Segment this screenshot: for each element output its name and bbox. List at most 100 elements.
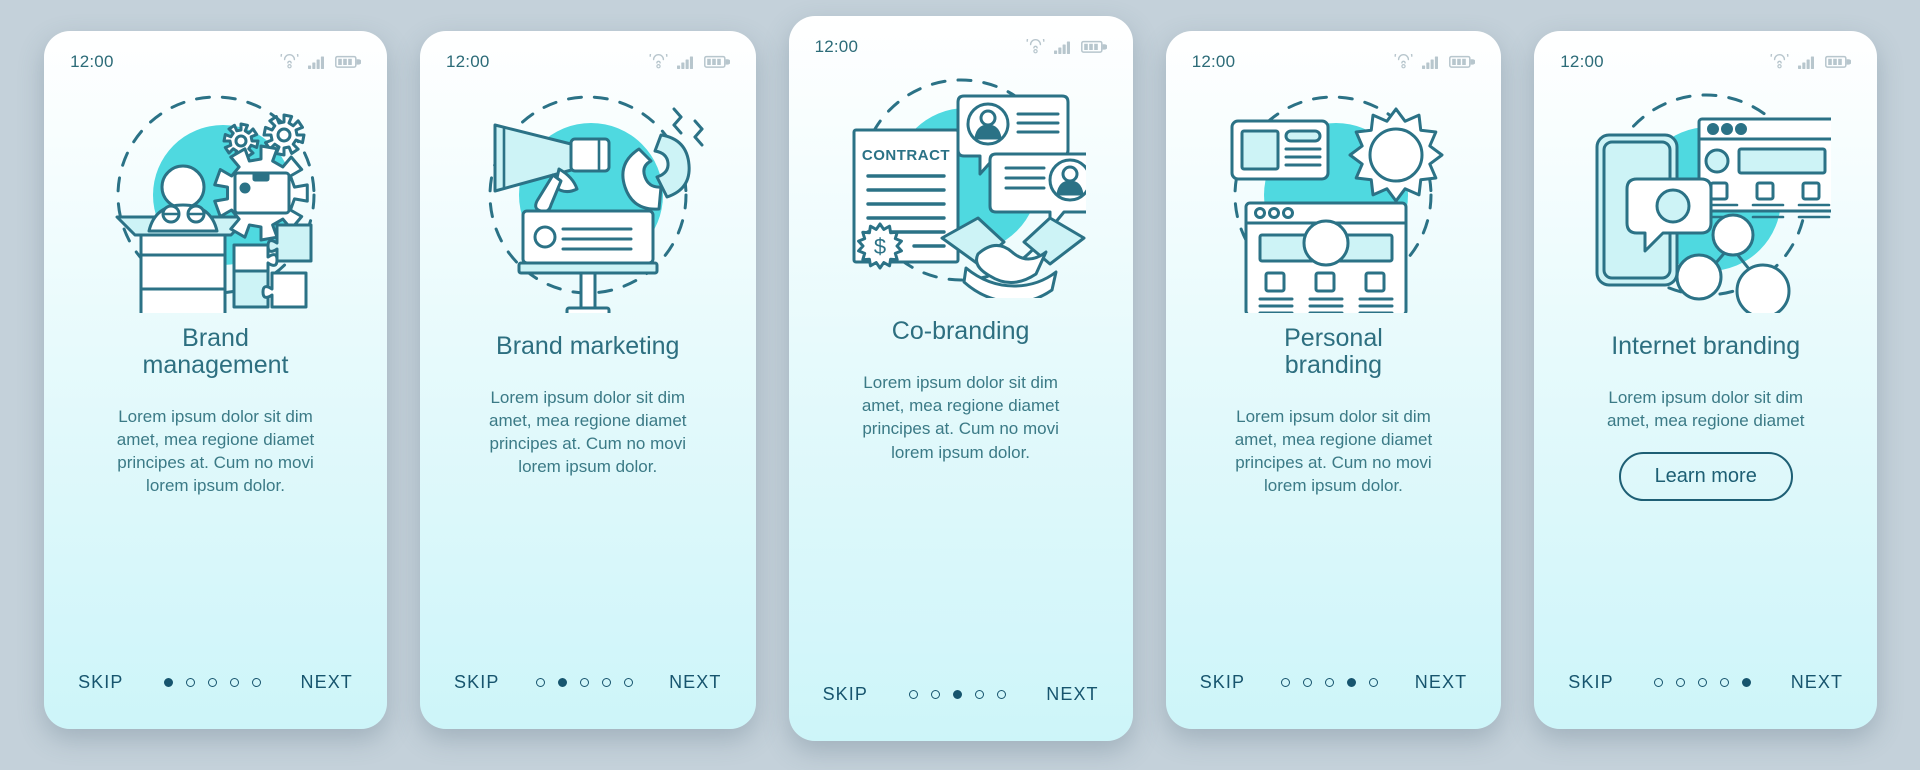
megaphone-billboard-magnet-icon: [488, 95, 704, 313]
pagination-dot-3[interactable]: [1697, 678, 1707, 688]
pagination-dot-5[interactable]: [623, 678, 633, 688]
status-bar-icons: [649, 54, 730, 70]
contract-handshake-chat-icon: CONTRACT $: [852, 78, 1086, 298]
illustration-megaphone-billboard-magnet-icon: [420, 77, 756, 313]
status-bar: 12:00: [1166, 31, 1502, 77]
battery-icon: [703, 55, 730, 68]
status-bar: 12:00: [789, 16, 1133, 62]
pagination-dot-2[interactable]: [1303, 678, 1313, 688]
card-title: Internet branding: [1611, 331, 1801, 360]
status-bar-icons: [1026, 39, 1107, 55]
onboarding-card-co-branding[interactable]: 12:00 CONTRACT $ Co-branding Lorem ipsum dol…: [788, 15, 1133, 741]
pagination-dot-5-active[interactable]: [1741, 678, 1751, 688]
card-footer-nav: SKIP NEXT: [1534, 637, 1877, 729]
wifi-icon: [1770, 54, 1789, 69]
skip-button[interactable]: SKIP: [78, 672, 123, 693]
card-footer-nav: SKIP NEXT: [1166, 637, 1502, 729]
next-button[interactable]: NEXT: [669, 672, 721, 693]
pagination-dot-2[interactable]: [185, 678, 195, 688]
cellular-signal-icon: [676, 56, 693, 70]
contract-label: CONTRACT: [862, 147, 950, 164]
cellular-signal-icon: [1798, 56, 1815, 70]
pagination-dot-1-active[interactable]: [163, 678, 173, 688]
card-footer-nav: SKIP NEXT: [789, 649, 1133, 741]
pagination-dot-1[interactable]: [908, 690, 918, 700]
phone-browser-network-icon: [1595, 93, 1831, 313]
card-title: Brand management: [142, 323, 289, 379]
pagination-dots: [1653, 678, 1751, 688]
pagination-dot-4[interactable]: [1719, 678, 1729, 688]
pagination-dot-4-active[interactable]: [1347, 678, 1357, 688]
pagination-dot-3[interactable]: [1325, 678, 1335, 688]
illustration-phone-browser-network-icon: [1534, 77, 1877, 313]
pagination-dots: [163, 678, 261, 688]
card-text-block: Personal branding Lorem ipsum dolor sit d…: [1166, 313, 1502, 637]
card-title: Personal branding: [1284, 323, 1383, 379]
pagination-dots: [1281, 678, 1379, 688]
podium-speaker-gears-puzzle-icon: [115, 95, 315, 313]
illustration-podium-speaker-gears-puzzle-icon: [44, 77, 387, 313]
pagination-dot-3-active[interactable]: [952, 690, 962, 700]
status-bar-icons: [1394, 54, 1476, 70]
onboarding-card-brand-marketing[interactable]: 12:00 Brand marketing Lorem ipsum dolor si…: [420, 30, 756, 729]
card-body-text: Lorem ipsum dolor sit dim amet, mea regi…: [489, 387, 687, 477]
pagination-dot-1[interactable]: [1281, 678, 1291, 688]
next-button[interactable]: NEXT: [1415, 672, 1467, 693]
illustration-id-card-badge-webpage-icon: [1166, 77, 1502, 313]
card-text-block: Brand marketing Lorem ipsum dolor sit dim…: [420, 313, 756, 637]
card-title: Co-branding: [891, 316, 1030, 345]
status-bar-clock: 12:00: [814, 36, 859, 56]
dollar-sign-icon: $: [873, 234, 885, 259]
status-bar-clock: 12:00: [1560, 51, 1604, 71]
pagination-dot-2-active[interactable]: [557, 678, 567, 688]
cellular-signal-icon: [1422, 56, 1439, 70]
wifi-icon: [649, 54, 667, 69]
card-title: Brand marketing: [496, 331, 680, 360]
status-bar: 12:00: [44, 31, 387, 77]
id-card-badge-webpage-icon: [1230, 95, 1444, 313]
pagination-dot-3[interactable]: [579, 678, 589, 688]
pagination-dot-4[interactable]: [974, 690, 984, 700]
skip-button[interactable]: SKIP: [454, 672, 499, 693]
card-body-text: Lorem ipsum dolor sit dim amet, mea regi…: [1234, 406, 1433, 496]
card-body-text: Lorem ipsum dolor sit dim amet, mea regi…: [1606, 387, 1805, 430]
learn-more-button[interactable]: Learn more: [1618, 452, 1793, 502]
battery-icon: [334, 55, 361, 68]
skip-button[interactable]: SKIP: [1568, 672, 1613, 693]
onboarding-card-personal-branding[interactable]: 12:00 Personal branding Lorem ipsum dolor …: [1165, 30, 1502, 729]
next-button[interactable]: NEXT: [301, 672, 353, 693]
skip-button[interactable]: SKIP: [823, 684, 868, 705]
pagination-dot-1[interactable]: [1653, 678, 1663, 688]
cellular-signal-icon: [307, 56, 324, 70]
status-bar-icons: [280, 54, 361, 70]
next-button[interactable]: NEXT: [1791, 672, 1843, 693]
skip-button[interactable]: SKIP: [1200, 672, 1245, 693]
pagination-dot-5[interactable]: [251, 678, 261, 688]
status-bar-icons: [1770, 54, 1852, 70]
pagination-dot-2[interactable]: [1675, 678, 1685, 688]
onboarding-screens-canvas: 12:00 Brand management Lorem ipsum dolor s…: [0, 0, 1920, 770]
onboarding-card-brand-management[interactable]: 12:00 Brand management Lorem ipsum dolor s…: [44, 30, 387, 729]
pagination-dot-5[interactable]: [1369, 678, 1379, 688]
pagination-dot-2[interactable]: [930, 690, 940, 700]
onboarding-card-internet-branding[interactable]: 12:00 Internet branding Lorem ipsum dolor …: [1534, 30, 1878, 729]
battery-icon: [1825, 55, 1852, 68]
cellular-signal-icon: [1053, 41, 1070, 55]
card-body-text: Lorem ipsum dolor sit dim amet, mea regi…: [116, 406, 315, 496]
pagination-dot-4[interactable]: [229, 678, 239, 688]
status-bar-clock: 12:00: [1191, 51, 1236, 71]
next-button[interactable]: NEXT: [1046, 684, 1098, 705]
card-text-block: Brand management Lorem ipsum dolor sit di…: [44, 313, 387, 637]
pagination-dot-4[interactable]: [601, 678, 611, 688]
pagination-dot-3[interactable]: [207, 678, 217, 688]
wifi-icon: [1026, 39, 1045, 54]
pagination-dot-5[interactable]: [996, 690, 1006, 700]
wifi-icon: [1394, 54, 1413, 69]
pagination-dot-1[interactable]: [535, 678, 545, 688]
status-bar-clock: 12:00: [70, 51, 114, 71]
status-bar: 12:00: [1534, 31, 1877, 77]
pagination-dots: [908, 690, 1006, 700]
pagination-dots: [535, 678, 633, 688]
wifi-icon: [280, 54, 299, 69]
illustration-contract-handshake-chat-icon: CONTRACT $: [789, 62, 1133, 298]
